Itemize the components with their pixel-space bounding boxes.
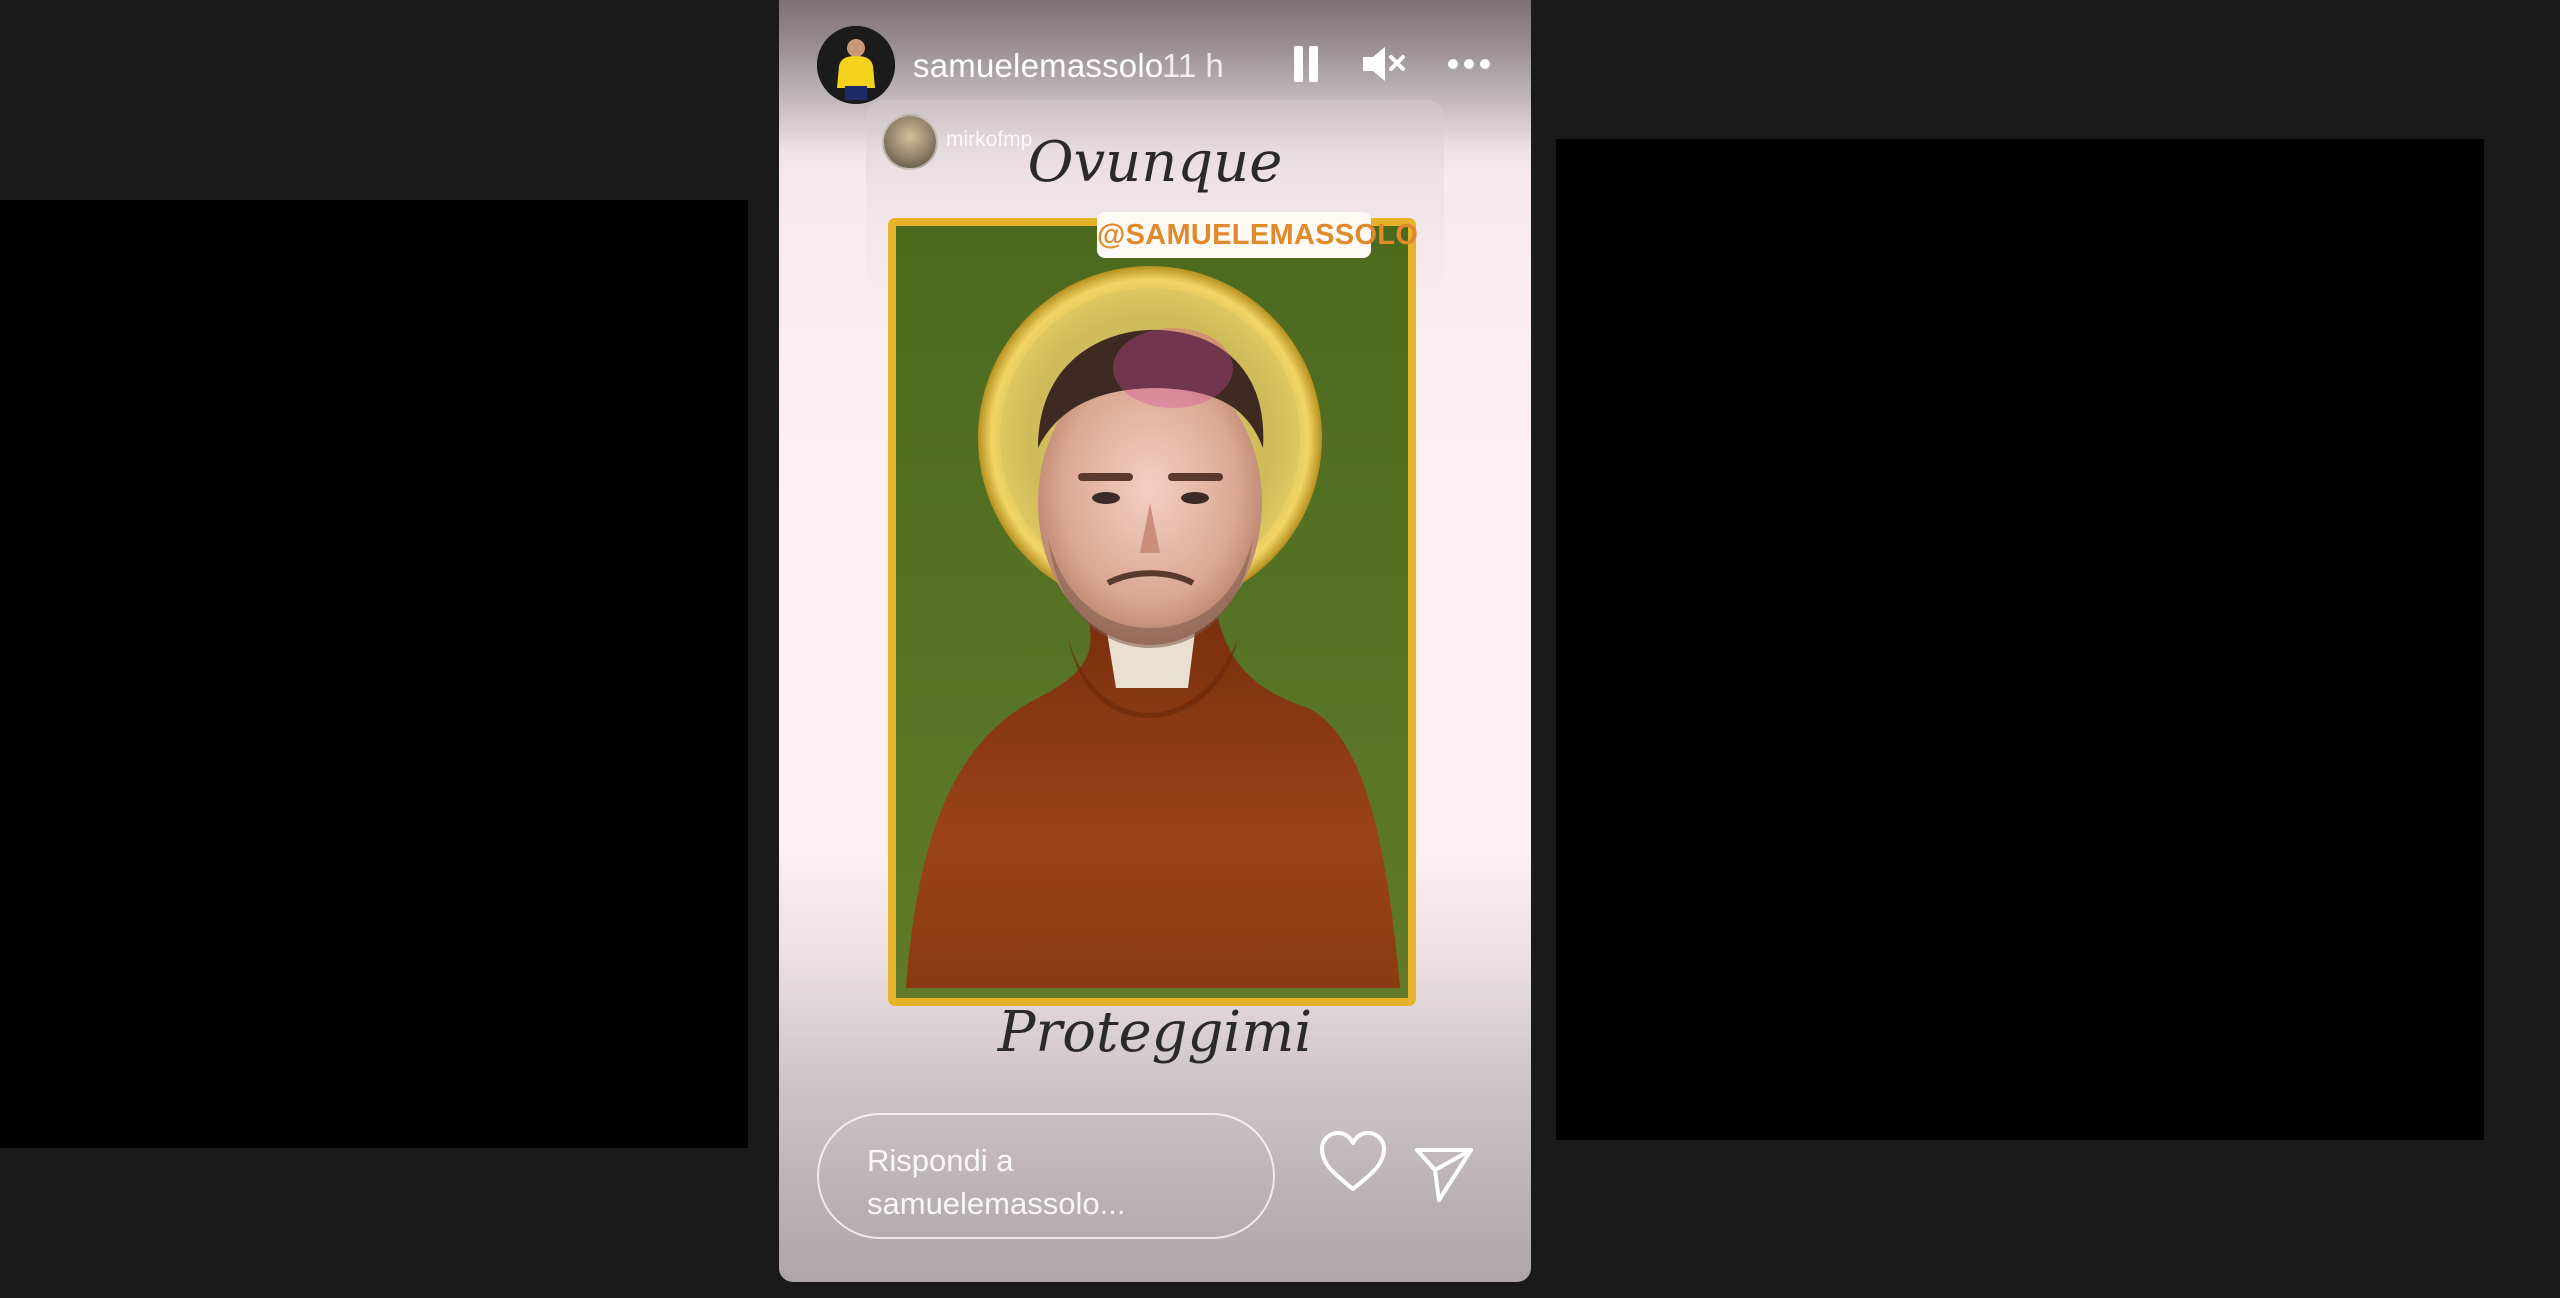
share-button[interactable] [1411,1144,1477,1204]
reshared-post[interactable]: Ovunque @SAMUELEMASSOLO mirkofmp Protegg… [866,100,1444,1090]
story-author-username[interactable]: samuelemassolo [913,47,1163,85]
next-story-preview[interactable] [1556,139,2484,1140]
paper-plane-icon [1415,1148,1473,1202]
mention-sticker[interactable]: @SAMUELEMASSOLO [1097,212,1418,258]
story-card[interactable]: Ovunque @SAMUELEMASSOLO mirkofmp Protegg… [779,0,1531,1282]
like-button[interactable] [1316,1127,1390,1197]
story-timestamp: 11 h [1162,47,1224,84]
post-caption-bottom: Proteggimi [997,1000,1313,1065]
saint-portrait-image [888,218,1416,1006]
more-options-icon [1448,59,1490,69]
pause-icon [1294,46,1318,82]
speaker-muted-icon [1363,47,1405,81]
story-author-avatar[interactable] [817,26,895,104]
more-options-button[interactable] [1441,36,1497,92]
heart-icon [1320,1131,1386,1191]
story-viewer: Ovunque @SAMUELEMASSOLO mirkofmp Protegg… [0,0,2560,1298]
previous-story-preview[interactable] [0,200,748,1148]
shared-post-author[interactable]: mirkofmp [946,128,1032,152]
pause-button[interactable] [1278,36,1334,92]
story-header: samuelemassolo 11 h [817,26,1497,106]
reply-placeholder: Rispondi a samuelemassolo... [867,1143,1126,1221]
reply-input[interactable]: Rispondi a samuelemassolo... [817,1113,1275,1239]
mute-button[interactable] [1355,36,1411,92]
